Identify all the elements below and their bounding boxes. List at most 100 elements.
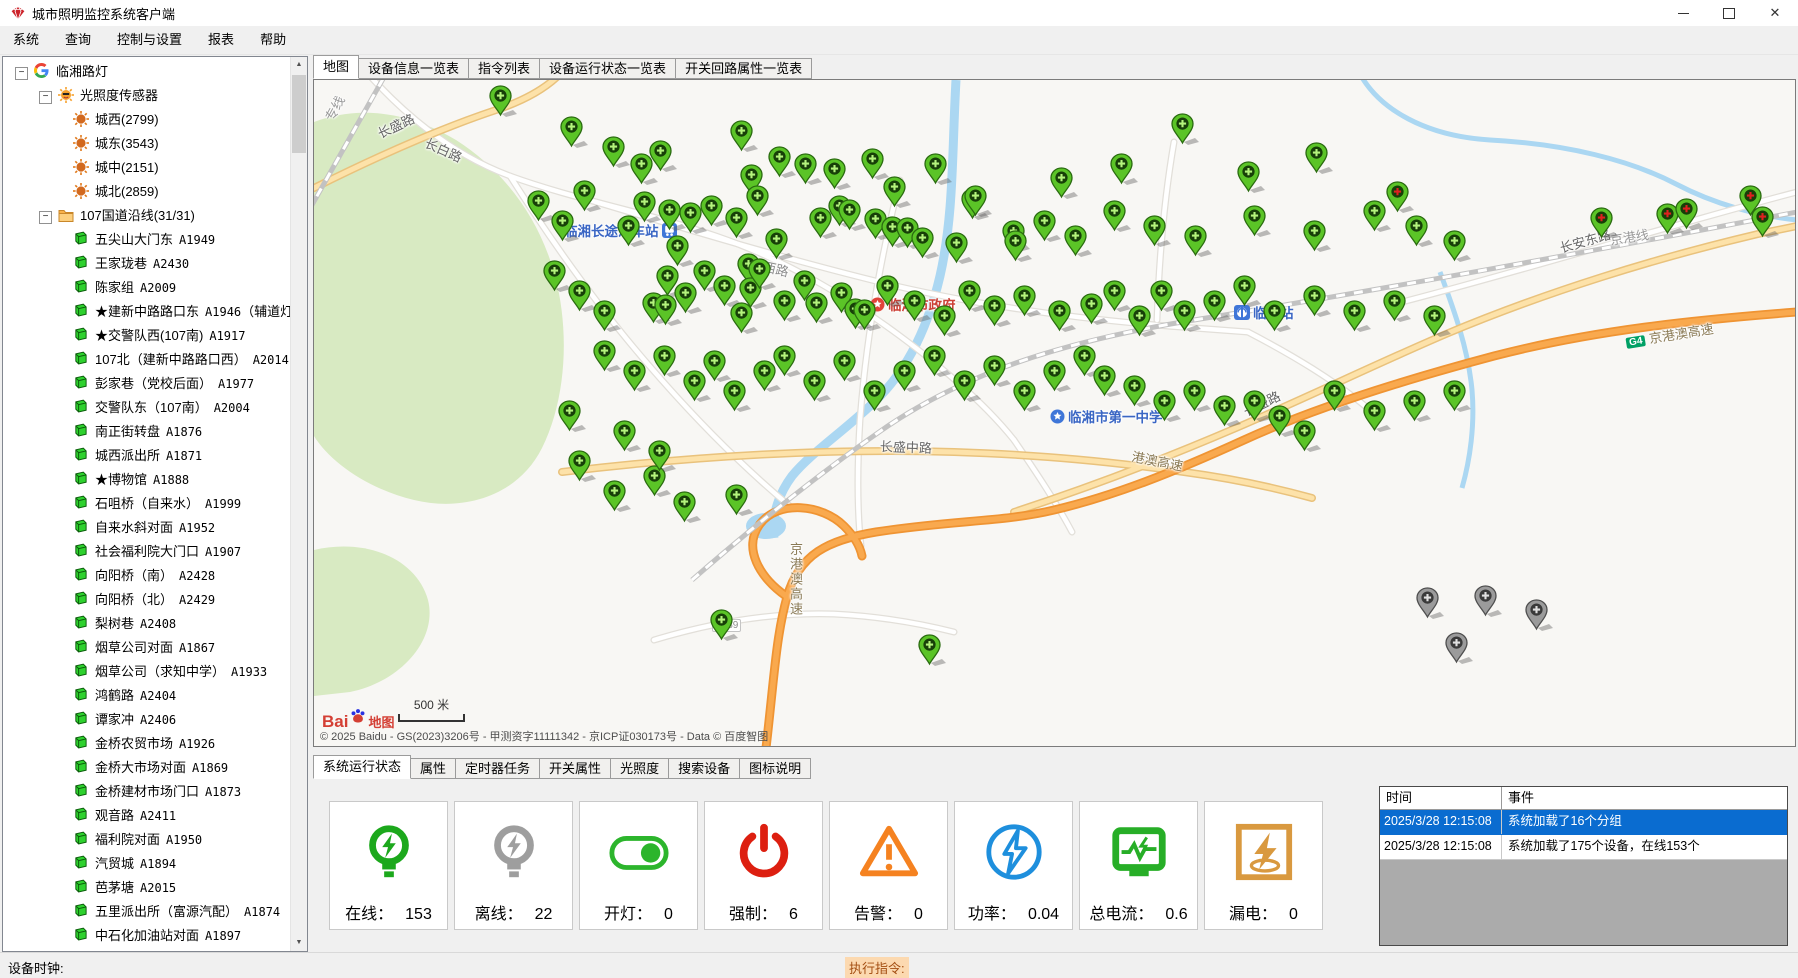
tree-row[interactable]: 陈家组A2009: [5, 276, 290, 300]
map-pin-online[interactable]: [593, 300, 623, 333]
map-tab[interactable]: 设备运行状态一览表: [539, 58, 676, 79]
map-tab[interactable]: 设备信息一览表: [358, 58, 469, 79]
map-pin-online[interactable]: [1033, 210, 1063, 243]
expand-toggle[interactable]: −: [39, 91, 52, 104]
map-pin-online[interactable]: [911, 227, 941, 260]
tree-row[interactable]: 梨树巷A2408: [5, 612, 290, 636]
map-pin-online[interactable]: [1403, 390, 1433, 423]
map-pin-online[interactable]: [794, 153, 824, 186]
map-pin-online[interactable]: [725, 484, 755, 517]
map-pin-online[interactable]: [1443, 380, 1473, 413]
map-pin-online[interactable]: [1237, 161, 1267, 194]
tree-row[interactable]: 南正街转盘A1876: [5, 420, 290, 444]
map-pin-online[interactable]: [1043, 360, 1073, 393]
map-pin-online[interactable]: [945, 232, 975, 265]
map-pin-online[interactable]: [573, 180, 603, 213]
tree-row[interactable]: 城西(2799): [5, 108, 290, 132]
map-pin-online[interactable]: [1153, 390, 1183, 423]
map-pin-online[interactable]: [1423, 305, 1453, 338]
map-pin-online[interactable]: [1303, 220, 1333, 253]
map-pin-online[interactable]: [1263, 300, 1293, 333]
map-tab[interactable]: 开关回路属性一览表: [675, 58, 812, 79]
map-pin-online[interactable]: [1013, 285, 1043, 318]
map-pin-forced[interactable]: [1386, 181, 1416, 214]
map-pin-offline[interactable]: [1525, 599, 1555, 632]
map-pin-online[interactable]: [924, 153, 954, 186]
tree-row[interactable]: 鸿鹤路A2404: [5, 684, 290, 708]
tree-row[interactable]: 金桥建材市场门口A1873: [5, 780, 290, 804]
tree-row[interactable]: 芭茅塘A2015: [5, 876, 290, 900]
map-pin-offline[interactable]: [1445, 632, 1475, 665]
map-pin-online[interactable]: [1103, 200, 1133, 233]
tree-row[interactable]: 观音路A2411: [5, 804, 290, 828]
event-row[interactable]: 2025/3/28 12:15:08系统加载了16个分组: [1380, 810, 1787, 835]
map-pin-online[interactable]: [551, 210, 581, 243]
map-pin-online[interactable]: [1183, 380, 1213, 413]
map-pin-online[interactable]: [1173, 300, 1203, 333]
scroll-up-icon[interactable]: ▲: [291, 57, 307, 73]
map-pin-online[interactable]: [1305, 142, 1335, 175]
map-pin-online[interactable]: [568, 450, 598, 483]
tree-row[interactable]: 五尖山大门东A1949: [5, 228, 290, 252]
map-pin-online[interactable]: [489, 85, 519, 118]
map-pin-online[interactable]: [1184, 225, 1214, 258]
tree-row[interactable]: 金桥大市场对面A1869: [5, 756, 290, 780]
menu-item[interactable]: 查询: [52, 29, 104, 51]
tree-row[interactable]: −107国道沿线(31/31): [5, 204, 290, 228]
map-pin-online[interactable]: [953, 370, 983, 403]
map-pin-online[interactable]: [918, 634, 948, 667]
map-pin-online[interactable]: [1004, 230, 1034, 263]
map-pin-online[interactable]: [649, 140, 679, 173]
bottom-tab[interactable]: 图标说明: [739, 758, 811, 779]
map-pin-online[interactable]: [1293, 420, 1323, 453]
tree-row[interactable]: 交警队东（107南）A2004: [5, 396, 290, 420]
tree-row[interactable]: 谭家冲A2406: [5, 708, 290, 732]
map-pin-online[interactable]: [1383, 290, 1413, 323]
map-pin-online[interactable]: [1110, 153, 1140, 186]
map-pin-online[interactable]: [703, 350, 733, 383]
map-pin-online[interactable]: [648, 440, 678, 473]
tree-row[interactable]: 彭家巷（党校后面）A1977: [5, 372, 290, 396]
tree-row[interactable]: 烟草公司（求知中学）A1933: [5, 660, 290, 684]
map-pin-online[interactable]: [823, 158, 853, 191]
map-pin-online[interactable]: [1213, 395, 1243, 428]
bottom-tab[interactable]: 搜索设备: [668, 758, 740, 779]
map-pin-online[interactable]: [723, 380, 753, 413]
menu-item[interactable]: 报表: [195, 29, 247, 51]
map-pin-online[interactable]: [923, 345, 953, 378]
tree-row[interactable]: 烟草公司对面A1867: [5, 636, 290, 660]
map-pin-online[interactable]: [1048, 300, 1078, 333]
map-pin-online[interactable]: [1233, 275, 1263, 308]
map-pin-online[interactable]: [833, 350, 863, 383]
map-pin-forced[interactable]: [1675, 198, 1705, 231]
map-pin-forced[interactable]: [1590, 207, 1620, 240]
bottom-tab[interactable]: 光照度: [610, 758, 669, 779]
map-pin-online[interactable]: [602, 136, 632, 169]
tree-row[interactable]: 向阳桥（北）A2429: [5, 588, 290, 612]
map-pin-online[interactable]: [1143, 215, 1173, 248]
map-view[interactable]: 专线长盛路长白路长安西路长盛中路长盛路港澳高速京港澳高速京港线长安东路G4京港澳…: [313, 79, 1796, 747]
map-pin-online[interactable]: [1363, 400, 1393, 433]
map-pin-online[interactable]: [1171, 113, 1201, 146]
map-pin-online[interactable]: [964, 185, 994, 218]
map-pin-online[interactable]: [1405, 215, 1435, 248]
tree-row[interactable]: 城东(3543): [5, 132, 290, 156]
map-pin-online[interactable]: [710, 609, 740, 642]
tree-row[interactable]: 城西派出所A1871: [5, 444, 290, 468]
map-pin-online[interactable]: [983, 295, 1013, 328]
tree-row[interactable]: 五里派出所（富源汽配）A1874: [5, 900, 290, 924]
map-pin-online[interactable]: [560, 116, 590, 149]
map-pin-online[interactable]: [765, 228, 795, 261]
map-tab[interactable]: 地图: [313, 55, 359, 79]
tree-row[interactable]: 自来水斜对面A1952: [5, 516, 290, 540]
map-pin-online[interactable]: [876, 275, 906, 308]
tree-row[interactable]: 王家珑巷A2430: [5, 252, 290, 276]
map-pin-online[interactable]: [1443, 230, 1473, 263]
map-pin-online[interactable]: [863, 380, 893, 413]
map-pin-online[interactable]: [603, 480, 633, 513]
map-pin-online[interactable]: [1093, 365, 1123, 398]
map-pin-online[interactable]: [623, 360, 653, 393]
scroll-down-icon[interactable]: ▼: [291, 935, 307, 951]
map-pin-online[interactable]: [1203, 290, 1233, 323]
menu-item[interactable]: 系统: [0, 29, 52, 51]
